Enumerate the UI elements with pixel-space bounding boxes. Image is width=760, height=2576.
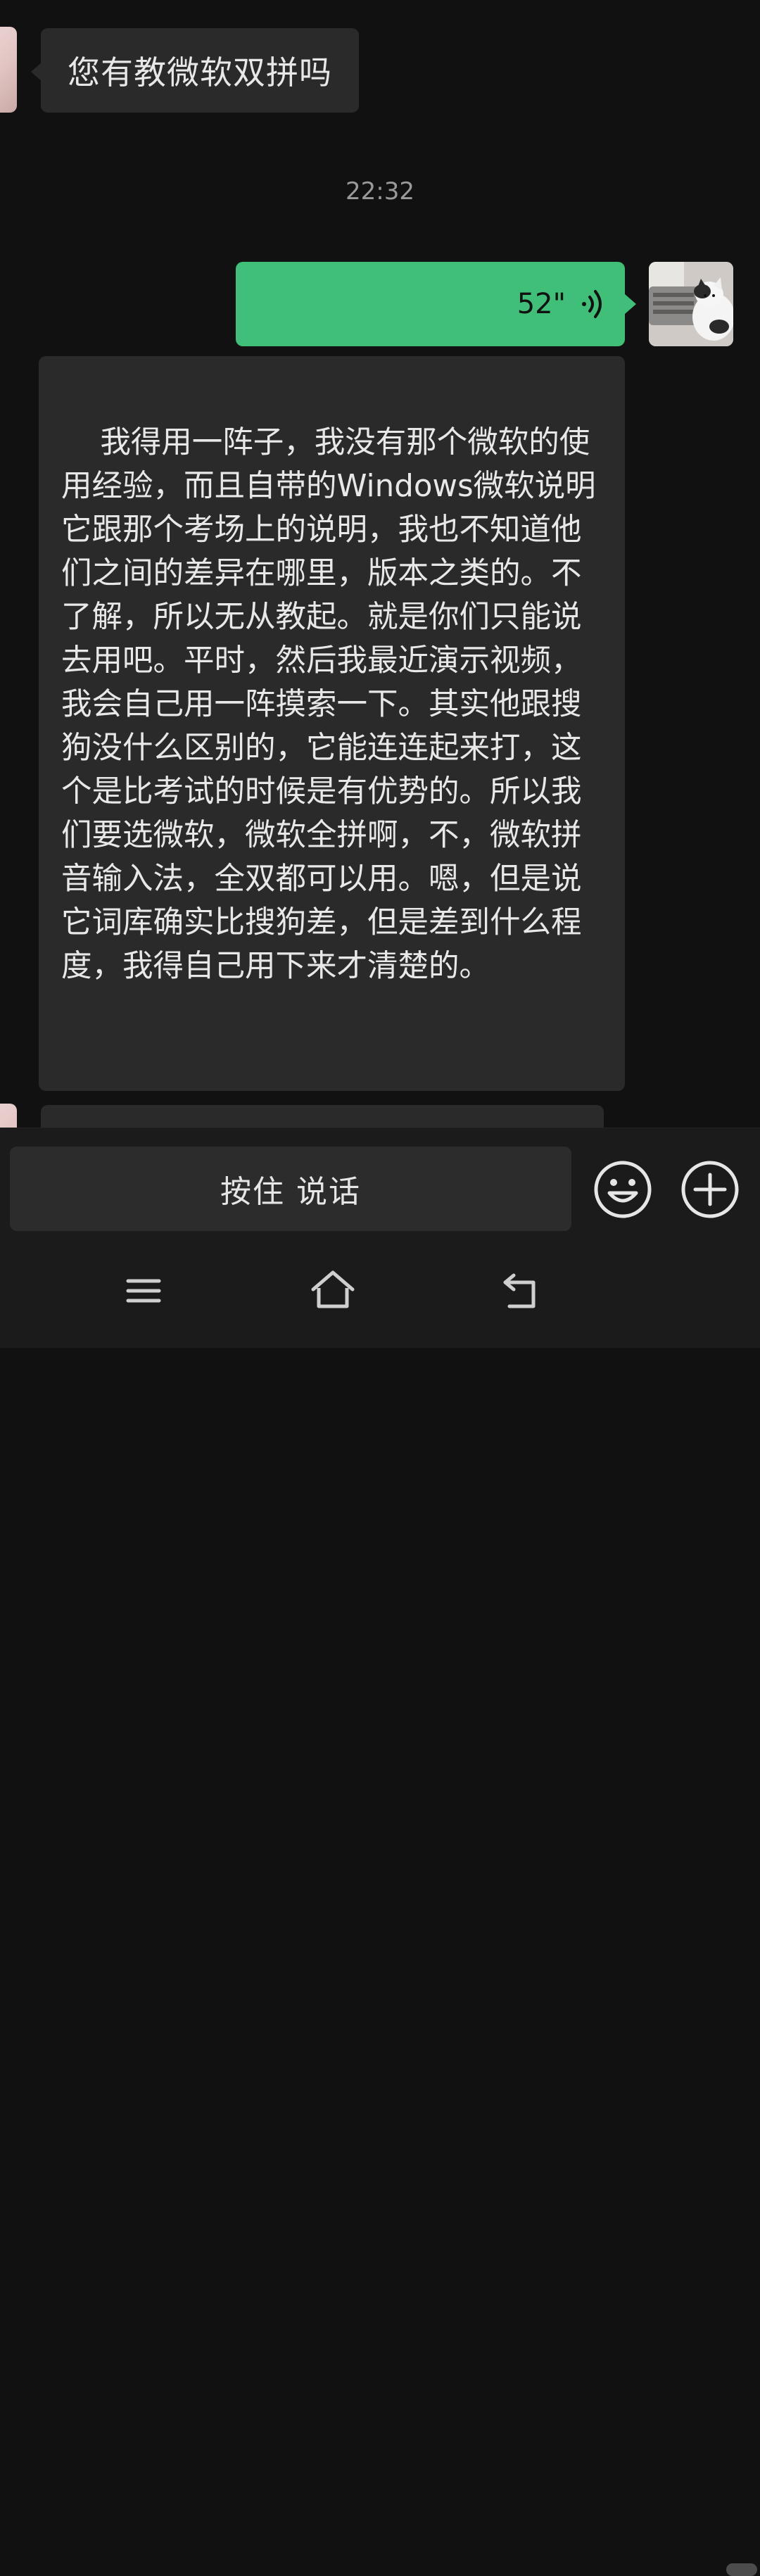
hold-to-talk-button[interactable]: 按住 说话 bbox=[10, 1147, 571, 1231]
voice-wave-icon bbox=[582, 290, 602, 318]
contact-avatar[interactable] bbox=[0, 27, 17, 113]
message-timestamp: 22:32 bbox=[346, 177, 414, 206]
home-icon[interactable] bbox=[305, 1263, 361, 1319]
chat-input-bar: 按住 说话 bbox=[0, 1128, 760, 1235]
message-text: 我得用一阵子，我没有那个微软的使用经验，而且自带的Windows微软说明它跟那个… bbox=[61, 425, 596, 984]
voice-duration: 52" bbox=[517, 288, 566, 320]
message-text: 您有教微软双拼吗 bbox=[68, 53, 332, 91]
received-message-bubble-partial[interactable] bbox=[41, 1105, 604, 1128]
my-avatar[interactable] bbox=[649, 262, 733, 346]
watermark-badge bbox=[726, 2563, 757, 2576]
received-message-bubble[interactable]: 我得用一阵子，我没有那个微软的使用经验，而且自带的Windows微软说明它跟那个… bbox=[39, 356, 625, 1091]
menu-icon[interactable] bbox=[115, 1263, 172, 1319]
back-icon[interactable] bbox=[493, 1263, 549, 1319]
cat-photo bbox=[649, 262, 733, 346]
received-message-bubble[interactable]: 您有教微软双拼吗 bbox=[31, 28, 359, 113]
plus-icon[interactable] bbox=[680, 1159, 740, 1220]
hold-to-talk-label: 按住 说话 bbox=[220, 1174, 361, 1210]
system-navigation-bar bbox=[0, 1235, 760, 2576]
contact-avatar[interactable] bbox=[0, 1104, 17, 1128]
chat-area[interactable]: 您有教微软双拼吗 22:32 52" 我得用一阵子，我没有那个微软的使用经验，而… bbox=[0, 0, 760, 1128]
emoji-icon[interactable] bbox=[593, 1159, 653, 1220]
voice-message-bubble[interactable]: 52" bbox=[236, 262, 636, 346]
